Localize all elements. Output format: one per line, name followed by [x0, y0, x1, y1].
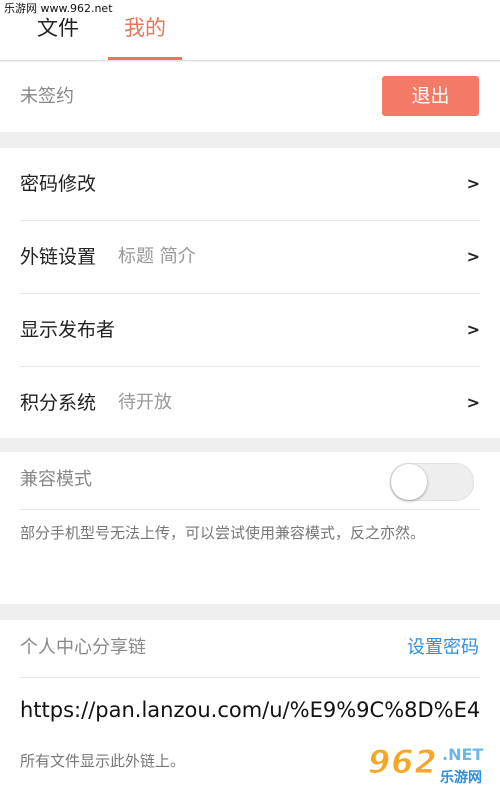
watermark-logo-net: .NET [442, 745, 484, 764]
share-note: 所有文件显示此外链上。 [20, 752, 186, 770]
share-title: 个人中心分享链 [20, 637, 146, 658]
chevron-right-icon: > [466, 247, 480, 266]
share-url[interactable]: https://pan.lanzou.com/u/%E9%9C%8D%E4 [20, 678, 500, 742]
settings-card: 密码修改 > 外链设置 标题 简介 > 显示发布者 > 积分系统 待开放 > [0, 148, 500, 438]
active-tab-indicator [108, 57, 182, 60]
row-label: 密码修改 [20, 173, 97, 195]
row-points-system[interactable]: 积分系统 待开放 > [20, 367, 480, 439]
watermark-site-text: 乐游网 www.962.net [0, 0, 117, 18]
chevron-right-icon: > [466, 320, 480, 339]
row-link-settings[interactable]: 外链设置 标题 简介 > [20, 221, 480, 294]
compat-description: 部分手机型号无法上传，可以尝试使用兼容模式，反之亦然。 [20, 524, 426, 542]
row-show-publisher[interactable]: 显示发布者 > [20, 294, 480, 367]
compat-label: 兼容模式 [20, 469, 92, 490]
sign-status: 未签约 [20, 86, 74, 107]
tab-mine-label: 我的 [124, 16, 166, 40]
chevron-right-icon: > [466, 174, 480, 193]
compat-toggle[interactable] [390, 463, 474, 501]
logout-button[interactable]: 退出 [382, 76, 479, 116]
row-label: 积分系统 [20, 392, 97, 414]
watermark-logo-name: 乐游网 [440, 770, 482, 786]
set-password-link[interactable]: 设置密码 [407, 620, 479, 676]
watermark-logo-number: 962 [368, 743, 438, 782]
page: 文件 我的 乐游网 www.962.net 未签约 退出 密码修改 > 外链设置… [0, 0, 500, 799]
compat-card: 兼容模式 部分手机型号无法上传，可以尝试使用兼容模式，反之亦然。 [0, 452, 500, 604]
row-label: 外链设置 [20, 246, 97, 268]
row-hint: 待开放 [118, 392, 172, 413]
row-hint: 标题 简介 [118, 246, 196, 267]
row-change-password[interactable]: 密码修改 > [20, 148, 480, 221]
chevron-right-icon: > [466, 393, 480, 412]
tab-mine[interactable]: 我的 [108, 0, 182, 60]
divider [20, 509, 480, 510]
row-label: 显示发布者 [20, 319, 116, 341]
watermark-logo: 962 .NET 乐游网 [358, 735, 498, 797]
toggle-knob [391, 464, 427, 500]
